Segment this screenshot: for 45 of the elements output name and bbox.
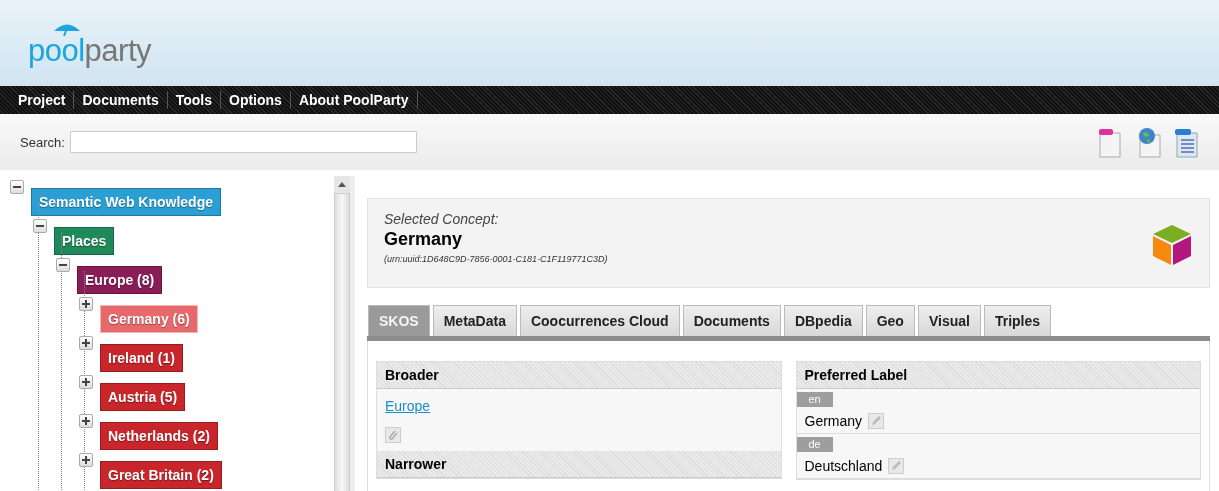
expand-toggle[interactable] (79, 336, 93, 350)
tree-node[interactable]: Ireland (1) (100, 344, 183, 372)
tree-node[interactable]: Austria (5) (100, 383, 186, 411)
collapse-toggle[interactable] (56, 258, 70, 272)
logo: poolparty (28, 22, 152, 66)
language-tag: de (796, 437, 833, 452)
concept-name: Germany (384, 229, 464, 250)
expand-toggle[interactable] (79, 453, 93, 467)
concept-caption: Selected Concept: (384, 211, 500, 227)
expand-toggle[interactable] (79, 375, 93, 389)
tab[interactable]: Visual (917, 305, 981, 336)
section-header: Broader (377, 362, 781, 389)
pdf-document-icon[interactable] (1097, 126, 1123, 158)
menu-item[interactable]: Documents (74, 91, 168, 109)
tree-node[interactable]: Netherlands (2) (100, 422, 218, 450)
scrollbar[interactable] (334, 176, 350, 491)
paperclip-icon[interactable] (385, 427, 401, 443)
menu-item[interactable]: Options (221, 91, 291, 109)
expand-toggle[interactable] (79, 414, 93, 428)
label-value: Germany (804, 413, 863, 429)
collapse-toggle[interactable] (10, 180, 24, 194)
tree-node[interactable]: Europe (8) (77, 266, 163, 294)
collapse-toggle[interactable] (33, 219, 47, 233)
tab[interactable]: Geo (865, 305, 915, 336)
menu-item[interactable]: About PoolParty (290, 91, 418, 109)
tab[interactable]: DBpedia (783, 305, 863, 336)
concept-uri: (urn:uuid:1D648C9D-7856-0001-C181-C1F119771C3D) (384, 254, 608, 264)
text-document-icon[interactable] (1173, 126, 1199, 158)
section-header: Preferred Label (796, 362, 1200, 389)
menu-item[interactable]: Project (10, 91, 75, 109)
scroll-up-icon[interactable] (338, 182, 346, 187)
tree-node[interactable]: Great Britain (2) (100, 461, 222, 489)
tab[interactable]: MetaData (432, 305, 517, 336)
tab[interactable]: Triples (983, 305, 1052, 336)
tree-node[interactable]: Places (54, 227, 115, 255)
tab[interactable]: Documents (682, 305, 781, 336)
cube-icon (1151, 223, 1193, 267)
section-header: Narrower (377, 451, 781, 478)
tab[interactable]: Coocurrences Cloud (519, 305, 680, 336)
search-field[interactable] (69, 131, 417, 153)
language-tag: en (796, 392, 833, 407)
expand-toggle[interactable] (79, 297, 93, 311)
label-value: Deutschland (804, 458, 883, 474)
menu-item[interactable]: Tools (167, 91, 221, 109)
search-label: Search: (20, 134, 65, 150)
